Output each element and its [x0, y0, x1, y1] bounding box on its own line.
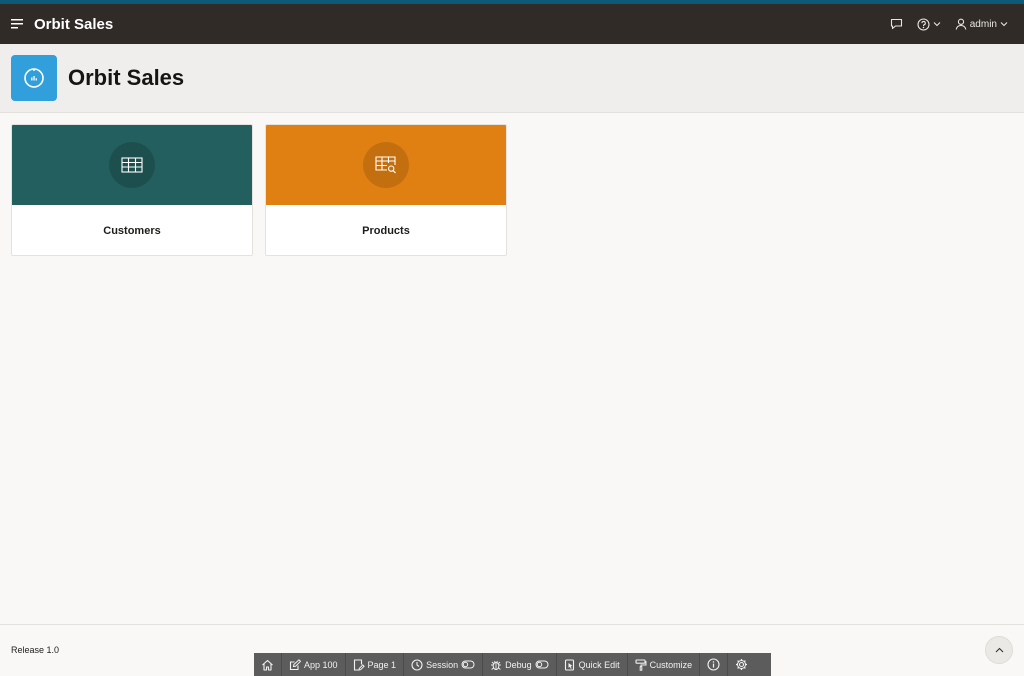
home-icon [262, 659, 273, 671]
table-grid-icon [121, 157, 143, 173]
page-title: Orbit Sales [68, 65, 185, 90]
card-products[interactable]: Products [265, 124, 507, 256]
card-products-icon-circle [363, 142, 409, 188]
dev-customize-label: Customize [649, 659, 693, 670]
dev-settings-button[interactable] [728, 653, 755, 676]
toggle-icon [461, 660, 475, 669]
chat-icon [890, 18, 902, 30]
app-header: Orbit Sales admin [0, 4, 1024, 44]
card-customers-icon-circle [109, 142, 155, 188]
dev-quick-edit-button[interactable]: Quick Edit [557, 653, 628, 676]
dashboard-gauge-icon [24, 68, 44, 88]
card-customers-banner [12, 125, 252, 205]
chevron-up-icon [995, 647, 1003, 653]
paint-roller-icon [635, 658, 647, 671]
page-hero: Orbit Sales [0, 44, 1024, 113]
cards-region: Customers Products [11, 124, 507, 256]
quick-edit-icon [564, 658, 574, 671]
help-menu-button[interactable] [913, 10, 945, 38]
user-menu-button[interactable]: admin [951, 10, 1012, 38]
dev-customize-button[interactable]: Customize [628, 653, 701, 676]
hero-icon-tile [11, 55, 57, 101]
gear-icon [736, 659, 748, 670]
chevron-down-icon [933, 22, 941, 27]
card-products-banner [266, 125, 506, 205]
card-customers[interactable]: Customers [11, 124, 253, 256]
user-icon [955, 18, 967, 30]
dev-app-button[interactable]: App 100 [282, 653, 346, 676]
bug-icon [491, 660, 501, 670]
toggle-icon [535, 660, 549, 669]
dev-debug-label: Debug [505, 659, 532, 670]
dev-app-label: App 100 [304, 659, 338, 670]
dev-page-label: Page 1 [367, 659, 397, 670]
footer-divider [0, 624, 1024, 625]
edit-icon [289, 658, 301, 670]
dev-page-button[interactable]: Page 1 [346, 653, 405, 676]
dev-quick-edit-label: Quick Edit [578, 659, 620, 670]
help-icon [917, 17, 930, 31]
developer-toolbar: App 100 Page 1 Session Debug Quick Edit … [254, 653, 771, 676]
page-edit-icon [353, 658, 365, 671]
card-customers-label: Customers [103, 224, 161, 237]
dev-info-button[interactable] [700, 653, 729, 676]
table-search-icon [375, 156, 396, 174]
app-name-link[interactable]: Orbit Sales [34, 16, 113, 33]
user-name: admin [969, 18, 997, 30]
dev-session-label: Session [426, 659, 459, 670]
chevron-down-icon [1000, 22, 1008, 27]
card-products-label: Products [362, 224, 410, 237]
clock-icon [411, 658, 423, 671]
dev-session-button[interactable]: Session [404, 653, 484, 676]
info-icon [707, 658, 720, 671]
menu-icon [10, 19, 23, 29]
scroll-to-top-button[interactable] [985, 636, 1013, 664]
release-text: Release 1.0 [11, 645, 60, 655]
dev-debug-button[interactable]: Debug [483, 653, 557, 676]
nav-menu-toggle[interactable] [0, 4, 34, 44]
dev-home-button[interactable] [254, 653, 282, 676]
feedback-button[interactable] [886, 10, 907, 38]
